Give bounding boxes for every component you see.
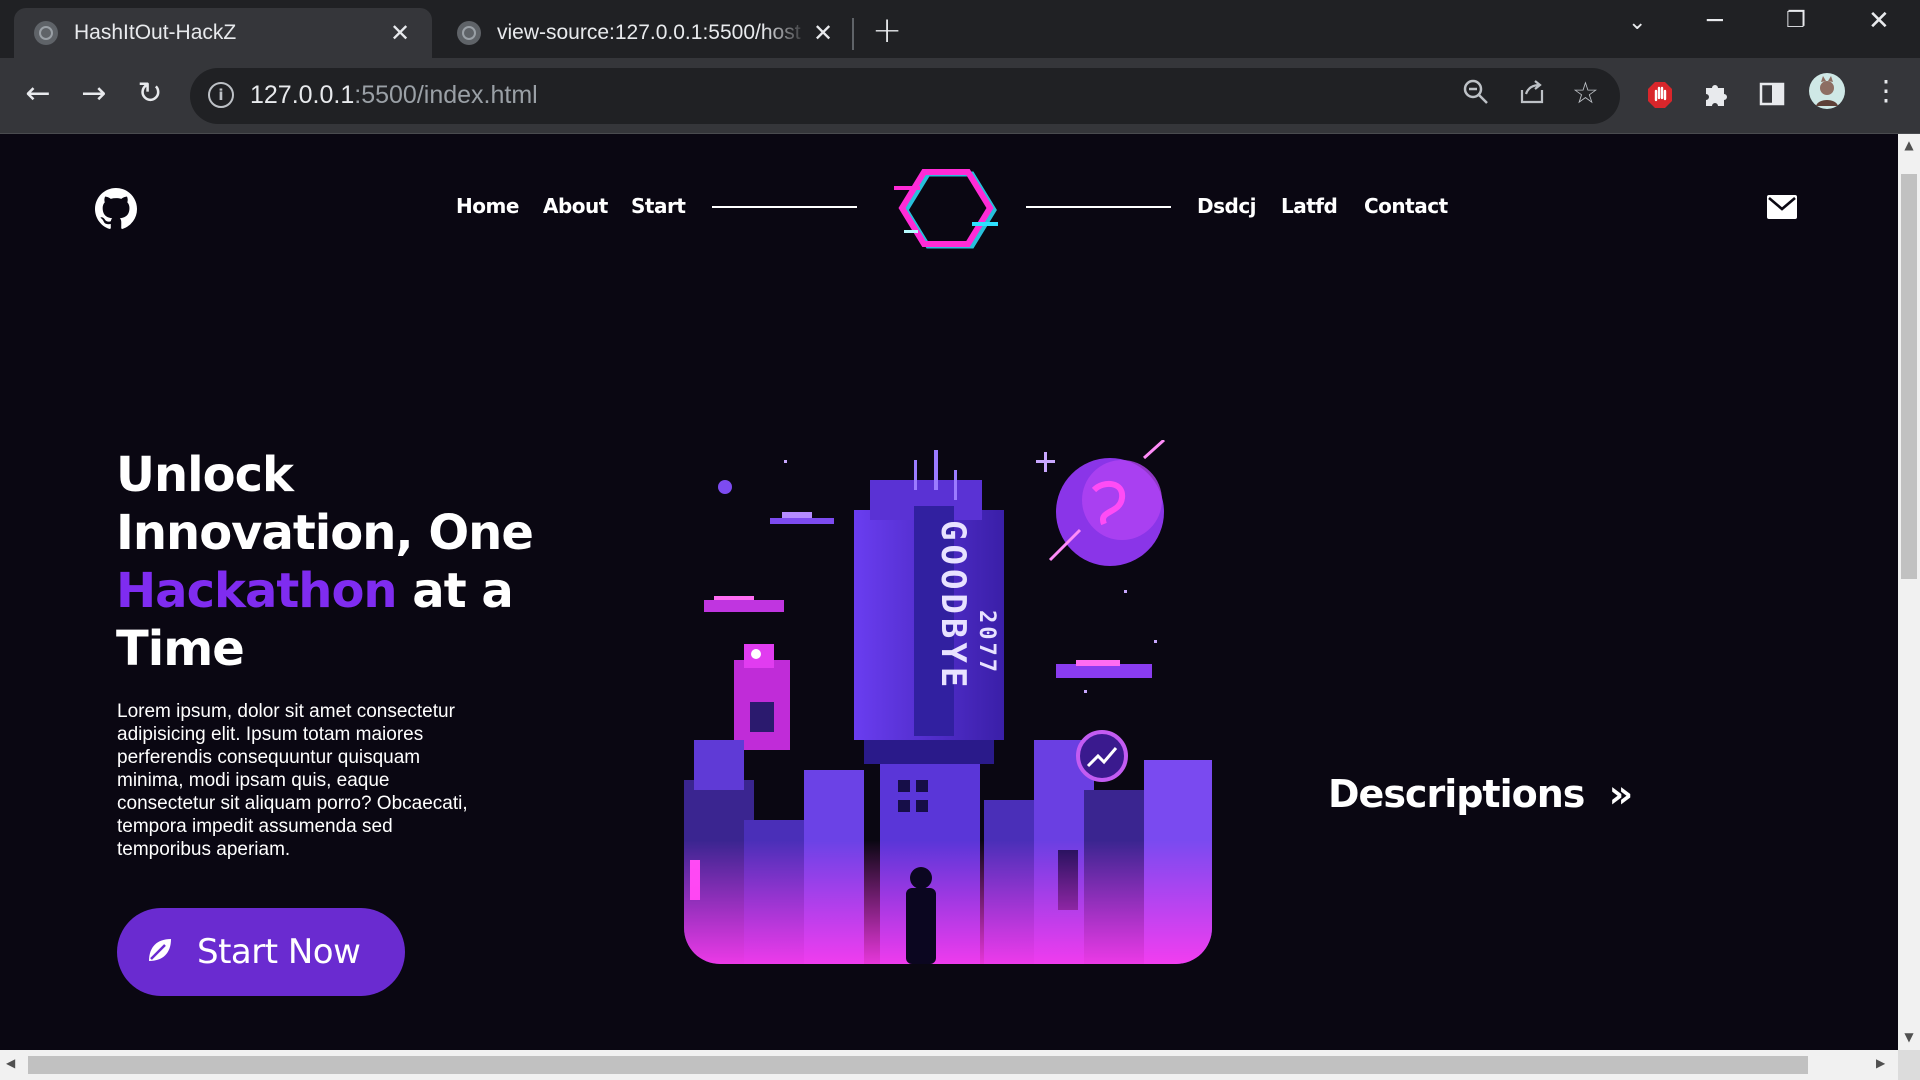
descriptions-link[interactable]: Descriptions » [1328, 772, 1634, 816]
zoom-icon[interactable] [1462, 78, 1490, 113]
hero-title-line-1: Unlock [116, 447, 294, 503]
tab-close-icon[interactable]: ✕ [386, 19, 414, 48]
hexagon-logo-icon[interactable] [894, 164, 998, 256]
nav-home[interactable]: Home [456, 194, 519, 218]
scrollbar-corner [1898, 1050, 1920, 1080]
vertical-scrollbar[interactable]: ▲ ▼ [1898, 134, 1920, 1050]
tab-close-icon[interactable]: ✕ [809, 19, 837, 48]
tab-search-chevron-icon[interactable]: ⌄ [1628, 10, 1646, 35]
hero-title-line-4: Time [116, 621, 245, 677]
url-text[interactable]: 127.0.0.1:5500/index.html [250, 81, 538, 110]
site-info-icon[interactable]: i [208, 82, 234, 108]
horizontal-scroll-thumb[interactable] [28, 1056, 1808, 1074]
hero-title-after-accent: at a [396, 563, 513, 619]
globe-icon [457, 21, 481, 45]
back-icon[interactable]: ← [16, 72, 60, 116]
nav-divider-left [712, 206, 857, 208]
restore-icon[interactable]: ❐ [1786, 8, 1806, 33]
browser-tab-strip: HashItOut-HackZ ✕ view-source:127.0.0.1:… [0, 0, 1920, 58]
page-viewport: Home About Start Dsdcj Latfd Contact Unl… [0, 134, 1898, 1050]
tab-title: HashItOut-HackZ [74, 21, 237, 44]
mail-icon[interactable] [1766, 194, 1798, 224]
tab-inactive[interactable]: view-source:127.0.0.1:5500/host ✕ [437, 8, 855, 58]
extensions-puzzle-icon[interactable] [1702, 80, 1730, 112]
tab-title: view-source:127.0.0.1:5500/host [497, 21, 801, 44]
nav-contact[interactable]: Contact [1364, 194, 1448, 218]
hero-description: Lorem ipsum, dolor sit amet consectetur … [117, 701, 468, 860]
browser-toolbar: ← → ↻ i 127.0.0.1:5500/index.html ☆ ⋮ [0, 58, 1920, 134]
new-tab-icon[interactable]: + [872, 10, 902, 51]
nav-about[interactable]: About [543, 194, 608, 218]
hero-title-accent: Hackathon [116, 563, 398, 619]
scroll-right-arrow-icon[interactable]: ▶ [1876, 1056, 1885, 1070]
close-window-icon[interactable]: ✕ [1868, 6, 1890, 36]
descriptions-label: Descriptions [1328, 772, 1585, 816]
minimize-icon[interactable]: ─ [1707, 6, 1723, 36]
hero-title-line-3: Hackathon at a [116, 562, 556, 620]
nav-divider-right [1026, 206, 1171, 208]
url-path: :5500/index.html [354, 81, 538, 109]
scroll-down-arrow-icon[interactable]: ▼ [1898, 1030, 1920, 1044]
tower-sign-text: GOODBYE [933, 520, 973, 691]
reload-icon[interactable]: ↻ [128, 72, 172, 116]
hero-title-line-2: Innovation, One [116, 505, 534, 561]
side-panel-icon[interactable] [1758, 80, 1786, 112]
hero-title: Unlock Innovation, One Hackathon at a Ti… [116, 446, 556, 678]
tower-sign-year: 2077 [974, 610, 999, 675]
horizontal-scrollbar[interactable]: ◀ ▶ [0, 1050, 1898, 1080]
cyberpunk-city-illustration: GOODBYE 2077 [684, 440, 1212, 964]
menu-kebab-icon[interactable]: ⋮ [1872, 74, 1900, 107]
stop-hand-extension-icon[interactable] [1646, 80, 1674, 114]
github-icon[interactable] [95, 188, 137, 234]
nav-latfd[interactable]: Latfd [1281, 194, 1338, 218]
globe-icon [34, 21, 58, 45]
start-now-button[interactable]: Start Now [117, 908, 405, 996]
nav-start[interactable]: Start [631, 194, 686, 218]
url-host: 127.0.0.1 [250, 81, 355, 109]
address-bar[interactable]: i 127.0.0.1:5500/index.html ☆ [190, 68, 1620, 124]
vertical-scroll-thumb[interactable] [1901, 174, 1917, 579]
tab-separator [852, 18, 854, 50]
leaf-icon [145, 935, 175, 969]
tab-active[interactable]: HashItOut-HackZ ✕ [14, 8, 432, 58]
scroll-up-arrow-icon[interactable]: ▲ [1898, 138, 1920, 152]
share-icon[interactable] [1518, 78, 1546, 113]
nav-dsdcj[interactable]: Dsdcj [1197, 194, 1257, 218]
profile-avatar[interactable] [1808, 72, 1846, 114]
double-chevron-right-icon: » [1608, 772, 1634, 816]
bookmark-star-icon[interactable]: ☆ [1572, 76, 1599, 111]
forward-icon[interactable]: → [72, 72, 116, 116]
start-now-label: Start Now [197, 932, 361, 972]
scroll-left-arrow-icon[interactable]: ◀ [6, 1056, 15, 1070]
